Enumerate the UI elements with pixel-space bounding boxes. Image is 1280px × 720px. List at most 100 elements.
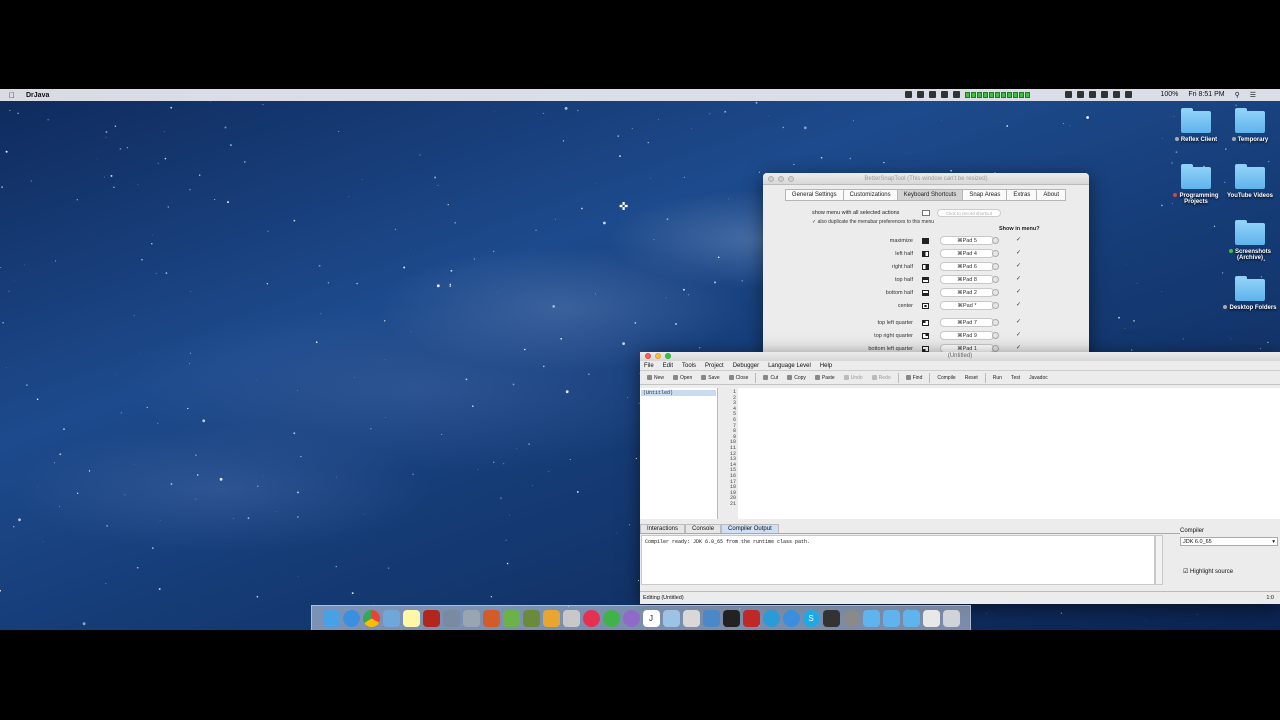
cpu-meter-icon[interactable]: [965, 91, 1030, 98]
tab-snap-areas[interactable]: Snap Areas: [962, 189, 1008, 201]
ball-icon[interactable]: [622, 609, 640, 627]
menu-debugger[interactable]: Debugger: [733, 363, 759, 369]
tab-customizations[interactable]: Customizations: [842, 189, 898, 201]
apple-icon[interactable]: : [9, 91, 19, 100]
status-icon[interactable]: [941, 91, 948, 98]
show-in-menu-checkbox[interactable]: ✓: [1016, 236, 1021, 243]
leaf-icon[interactable]: [602, 609, 620, 627]
toolbox-icon[interactable]: [482, 609, 500, 627]
menu-project[interactable]: Project: [705, 363, 724, 369]
file-icon[interactable]: [682, 609, 700, 627]
show-in-menu-checkbox[interactable]: ✓: [1016, 301, 1021, 308]
shortcut-field[interactable]: ⌘Pad *: [940, 301, 994, 310]
show-in-menu-checkbox[interactable]: ✓: [1016, 288, 1021, 295]
menu-edit[interactable]: Edit: [663, 363, 673, 369]
desktop-folder[interactable]: YouTube Videos: [1220, 164, 1280, 199]
calculator-icon[interactable]: [742, 609, 760, 627]
maps-icon[interactable]: [502, 609, 520, 627]
minimize-button[interactable]: [655, 353, 661, 359]
status-icon[interactable]: [905, 91, 912, 98]
compile-button[interactable]: Compile: [933, 373, 959, 383]
status-icon[interactable]: [1089, 91, 1096, 98]
folder-icon[interactable]: [862, 609, 880, 627]
messages-icon[interactable]: [782, 609, 800, 627]
show-in-menu-checkbox[interactable]: ✓: [1016, 344, 1021, 351]
show-in-menu-checkbox[interactable]: ✓: [1016, 275, 1021, 282]
pen-icon[interactable]: [462, 609, 480, 627]
spotlight-icon[interactable]: ⚲: [1235, 91, 1240, 99]
minecraft-icon[interactable]: [522, 609, 540, 627]
clear-shortcut-icon[interactable]: [992, 250, 999, 257]
zoom-button[interactable]: [665, 353, 671, 359]
record-shortcut-field[interactable]: Click to record shortcut: [937, 209, 1001, 217]
photos-icon[interactable]: [442, 609, 460, 627]
show-in-menu-checkbox[interactable]: ✓: [1016, 262, 1021, 269]
desktop-folder[interactable]: Programming Projects: [1166, 164, 1226, 205]
clear-shortcut-icon[interactable]: [992, 332, 999, 339]
minimize-button[interactable]: [778, 176, 784, 182]
folder-icon[interactable]: [882, 609, 900, 627]
finder-icon[interactable]: [322, 609, 340, 627]
shortcut-field[interactable]: ⌘Pad 4: [940, 249, 994, 258]
close-file-button[interactable]: Close: [725, 373, 753, 383]
battery-indicator[interactable]: 100%: [1160, 91, 1178, 99]
duplicate-checkbox-row[interactable]: ✓ also duplicate the menubar preferences…: [812, 219, 934, 225]
status-icon[interactable]: [929, 91, 936, 98]
cut-button[interactable]: Cut: [759, 373, 782, 383]
desktop-folder[interactable]: Reflex Client: [1166, 108, 1226, 143]
tab-console[interactable]: Console: [685, 524, 722, 533]
mail-icon[interactable]: [662, 609, 680, 627]
close-button[interactable]: [645, 353, 651, 359]
undo-button[interactable]: Undo: [840, 373, 867, 383]
menu-file[interactable]: File: [644, 363, 654, 369]
scrollbar[interactable]: [1155, 535, 1163, 585]
document-list-item[interactable]: (Untitled): [641, 390, 716, 396]
open-button[interactable]: Open: [669, 373, 696, 383]
menu-tools[interactable]: Tools: [682, 363, 696, 369]
clear-shortcut-icon[interactable]: [992, 319, 999, 326]
shortcut-field[interactable]: ⌘Pad 8: [940, 275, 994, 284]
shortcut-field[interactable]: ⌘Pad 7: [940, 318, 994, 327]
clear-shortcut-icon[interactable]: [992, 289, 999, 296]
settings-icon[interactable]: [842, 609, 860, 627]
new-button[interactable]: New: [643, 373, 668, 383]
paste-button[interactable]: Paste: [811, 373, 839, 383]
terminal-icon[interactable]: [722, 609, 740, 627]
clear-shortcut-icon[interactable]: [992, 345, 999, 352]
tab-general-settings[interactable]: General Settings: [784, 189, 844, 201]
shortcut-field[interactable]: ⌘Pad 5: [940, 236, 994, 245]
safari-icon[interactable]: [342, 609, 360, 627]
find-button[interactable]: Find: [902, 373, 927, 383]
tab-extras[interactable]: Extras: [1006, 189, 1038, 201]
wifi-icon[interactable]: [1125, 91, 1132, 98]
menu-help[interactable]: Help: [820, 363, 832, 369]
sketch-icon[interactable]: [542, 609, 560, 627]
time-machine-icon[interactable]: [1101, 91, 1108, 98]
app-menu-name[interactable]: DrJava: [26, 92, 49, 99]
shortcut-field[interactable]: ⌘Pad 2: [940, 288, 994, 297]
show-in-menu-checkbox[interactable]: ✓: [1016, 249, 1021, 256]
status-icon[interactable]: [1065, 91, 1072, 98]
chat-icon[interactable]: [762, 609, 780, 627]
run-button[interactable]: Run: [989, 373, 1006, 383]
volume-icon[interactable]: [1113, 91, 1120, 98]
compiler-select[interactable]: JDK 6.0_65 ▾: [1180, 537, 1278, 546]
downloads-icon[interactable]: [902, 609, 920, 627]
tab-keyboard-shortcuts[interactable]: Keyboard Shortcuts: [896, 189, 964, 201]
skype-icon[interactable]: S: [802, 609, 820, 627]
xcode-icon[interactable]: [702, 609, 720, 627]
window-title-bar[interactable]: (Untitled): [640, 352, 1280, 361]
status-icon[interactable]: [1077, 91, 1084, 98]
menu-language-level[interactable]: Language Level: [768, 363, 811, 369]
status-icon[interactable]: [917, 91, 924, 98]
clock[interactable]: Fri 8:51 PM: [1188, 91, 1224, 99]
documents-icon[interactable]: [922, 609, 940, 627]
clear-shortcut-icon[interactable]: [992, 263, 999, 270]
console-icon[interactable]: [822, 609, 840, 627]
notification-center-icon[interactable]: ☰: [1250, 91, 1256, 99]
notes-icon[interactable]: [402, 609, 420, 627]
desktop-folder[interactable]: Desktop Folders: [1220, 276, 1280, 311]
highlight-source-checkbox[interactable]: ☑ Highlight source: [1183, 568, 1233, 575]
zoom-button[interactable]: [788, 176, 794, 182]
shortcut-field[interactable]: ⌘Pad 9: [940, 331, 994, 340]
